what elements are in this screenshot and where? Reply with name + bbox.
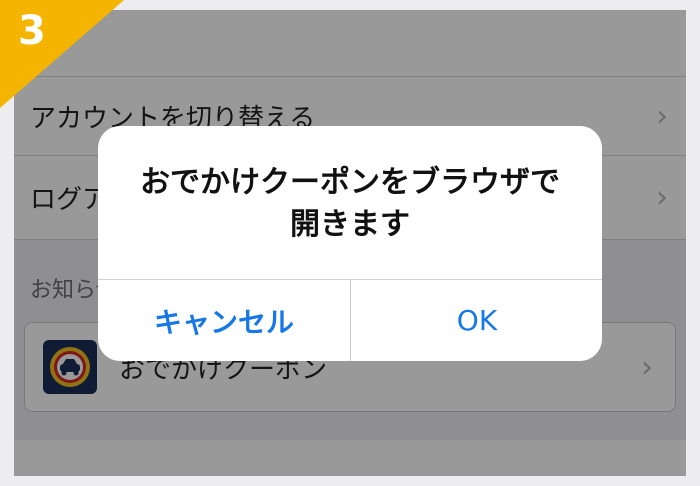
ok-button[interactable]: OK <box>351 280 602 361</box>
step-number: 3 <box>18 8 46 54</box>
alert-message-line1: おでかけクーポンをブラウザで <box>140 165 560 200</box>
alert-message: おでかけクーポンをブラウザで 開きます <box>98 162 602 246</box>
alert-message-line2: 開きます <box>290 207 410 242</box>
open-in-browser-alert: おでかけクーポンをブラウザで 開きます キャンセル OK <box>98 126 602 361</box>
cancel-button[interactable]: キャンセル <box>98 280 350 361</box>
